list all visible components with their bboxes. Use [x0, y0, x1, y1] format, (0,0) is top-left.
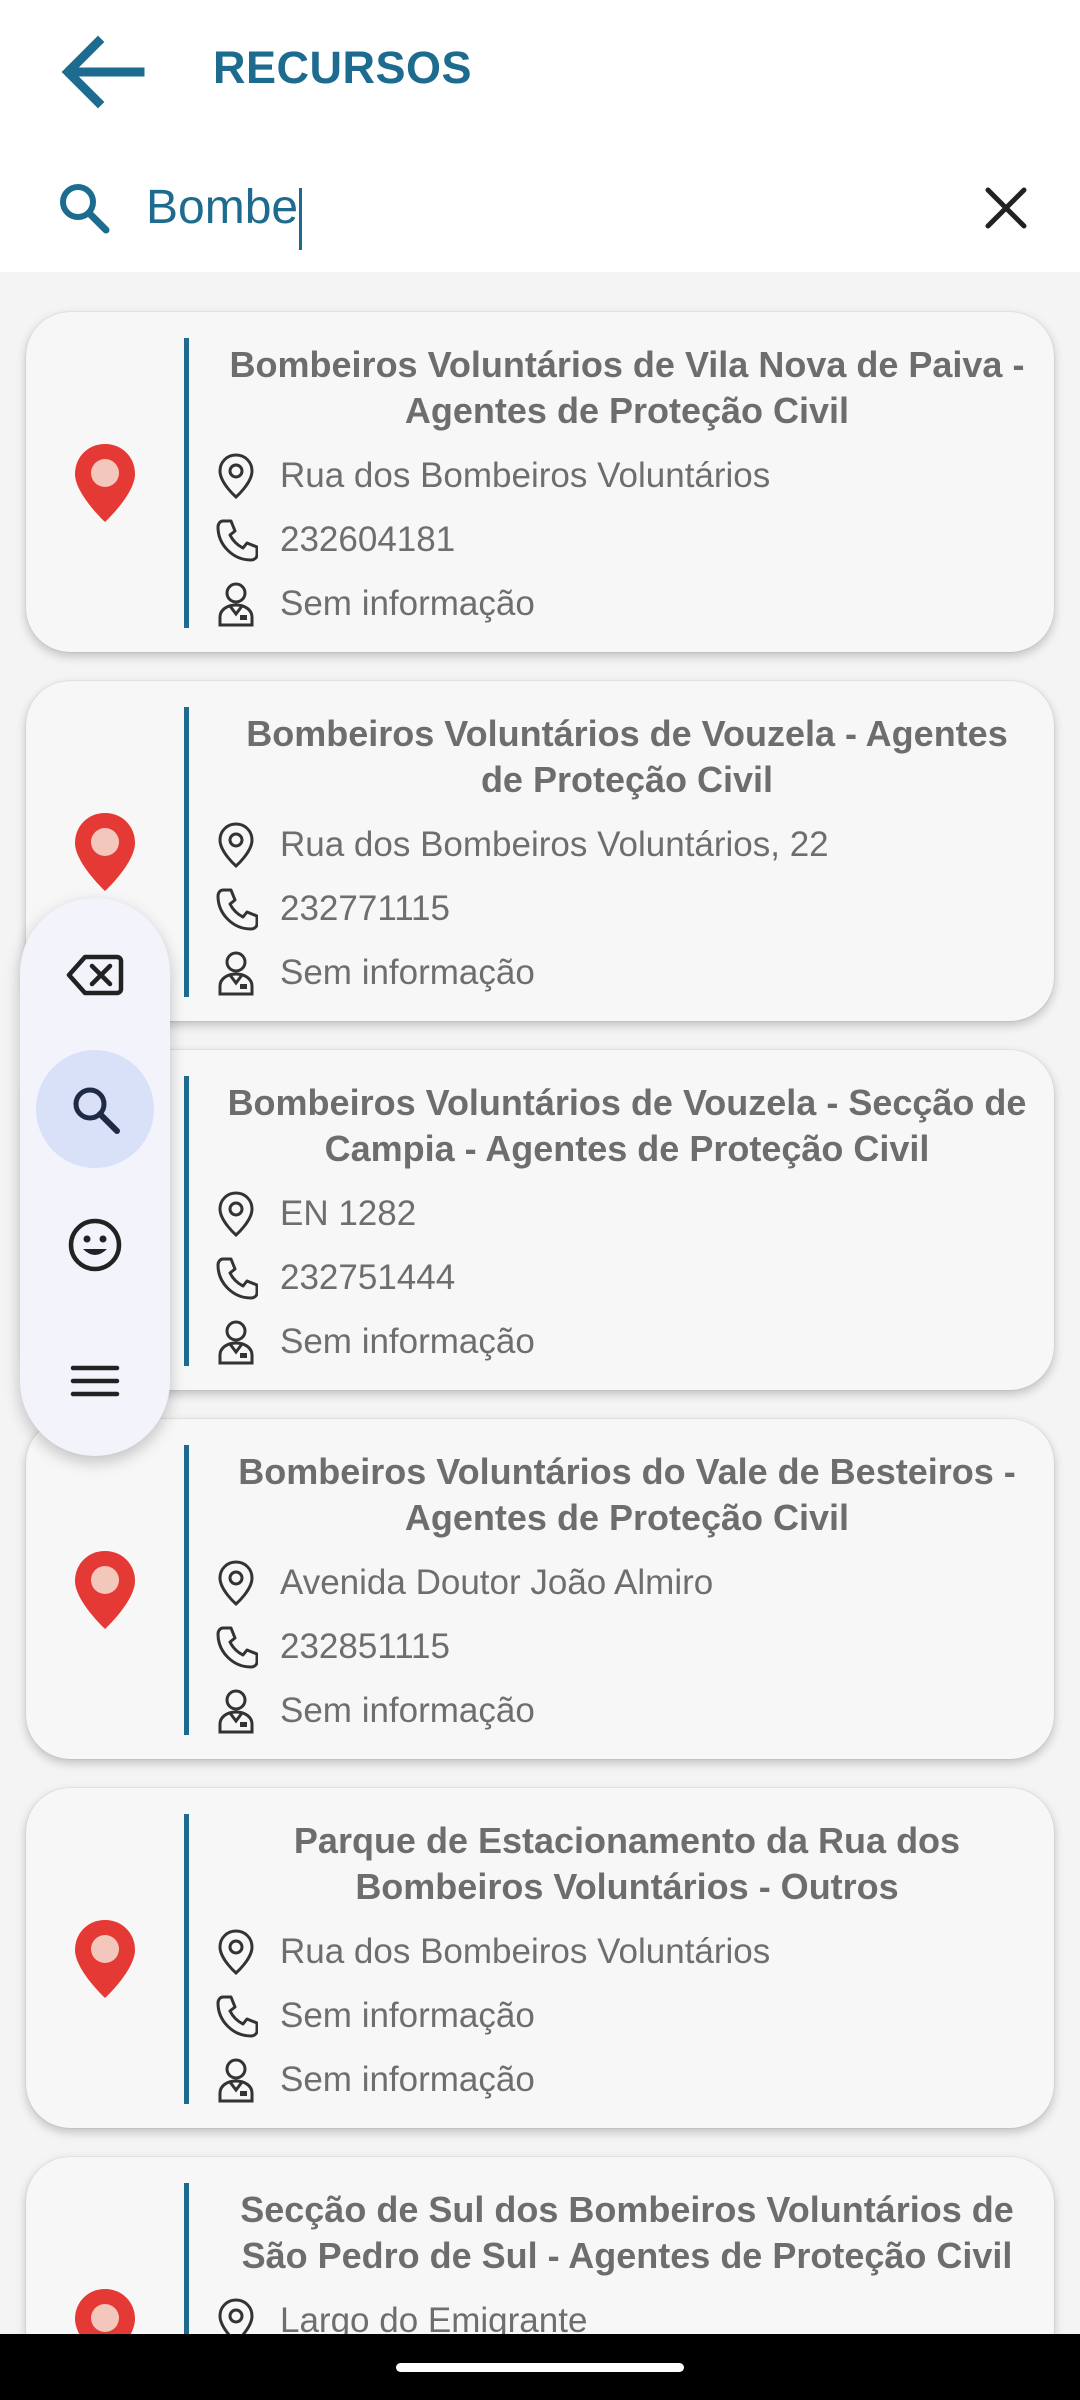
result-title: Secção de Sul dos Bombeiros Voluntários …: [240, 2189, 1014, 2276]
person-icon: [218, 951, 254, 996]
phone-text: 232771115: [280, 889, 450, 928]
address-pin-icon: [218, 822, 254, 868]
home-gesture-handle[interactable]: [396, 2363, 684, 2372]
address-row: EN 1282: [214, 1186, 416, 1242]
address-text: Rua dos Bombeiros Voluntários: [280, 1932, 771, 1971]
card-divider: [184, 707, 189, 997]
list-item[interactable]: Bombeiros Voluntários de Vila Nova de Pa…: [26, 312, 1054, 652]
phone-text: 232604181: [280, 520, 456, 559]
address-text: EN 1282: [280, 1194, 417, 1233]
address-pin-icon: [218, 453, 254, 499]
address-row: Rua dos Bombeiros Voluntários: [214, 448, 770, 504]
result-title: Bombeiros Voluntários de Vouzela - Agent…: [246, 713, 1008, 800]
address-row: Avenida Doutor João Almiro: [214, 1555, 713, 1611]
location-pin-icon: [75, 2289, 135, 2334]
card-divider: [184, 338, 189, 628]
search-input-value: Bombe: [146, 181, 299, 234]
phone-icon: [216, 519, 258, 562]
card-divider: [184, 1814, 189, 2104]
address-text: Avenida Doutor João Almiro: [280, 1563, 714, 1602]
address-text: Rua dos Bombeiros Voluntários, 22: [280, 825, 829, 864]
address-row: Rua dos Bombeiros Voluntários: [214, 1924, 770, 1980]
phone-icon: [216, 1257, 258, 1300]
phone-row[interactable]: 232771115: [214, 881, 450, 937]
phone-icon: [216, 1626, 258, 1669]
phone-icon: [216, 888, 258, 931]
person-icon: [218, 1689, 254, 1734]
address-pin-icon: [218, 2298, 254, 2334]
search-icon: [73, 1087, 120, 1134]
search-input[interactable]: Bombe: [146, 168, 946, 250]
card-divider: [184, 2183, 189, 2334]
contact-row: Sem informação: [214, 1314, 535, 1370]
phone-row[interactable]: 232751444: [214, 1250, 455, 1306]
clear-search-icon[interactable]: [980, 182, 1032, 234]
list-item[interactable]: Bombeiros Voluntários de Vouzela - Agent…: [26, 681, 1054, 1021]
person-icon: [218, 582, 254, 627]
phone-text: 232851115: [280, 1627, 450, 1666]
app-header: RECURSOS Bombe: [0, 0, 1080, 272]
address-row: Largo do Emigrante: [214, 2293, 587, 2334]
backspace-button[interactable]: [36, 916, 154, 1034]
contact-text: Sem informação: [280, 1691, 535, 1730]
person-icon: [218, 1320, 254, 1365]
address-text: Largo do Emigrante: [280, 2301, 588, 2334]
list-item[interactable]: Parque de Estacionamento da Rua dos Bomb…: [26, 1788, 1054, 2128]
contact-text: Sem informação: [280, 584, 535, 623]
menu-button[interactable]: [36, 1322, 154, 1440]
list-item[interactable]: Secção de Sul dos Bombeiros Voluntários …: [26, 2157, 1054, 2334]
list-item[interactable]: Bombeiros Voluntários do Vale de Besteir…: [26, 1419, 1054, 1759]
address-pin-icon: [218, 1929, 254, 1975]
contact-row: Sem informação: [214, 576, 535, 632]
contact-text: Sem informação: [280, 1322, 535, 1361]
location-pin-icon: [75, 444, 135, 522]
phone-row[interactable]: 232604181: [214, 512, 455, 568]
phone-icon: [216, 1995, 258, 2038]
emoji-icon: [68, 1218, 122, 1272]
system-navigation-bar: [0, 2334, 1080, 2400]
card-divider: [184, 1076, 189, 1366]
result-title: Bombeiros Voluntários de Vouzela - Secçã…: [227, 1082, 1027, 1169]
list-item[interactable]: Bombeiros Voluntários de Vouzela - Secçã…: [26, 1050, 1054, 1390]
card-divider: [184, 1445, 189, 1735]
backspace-icon: [66, 954, 124, 996]
phone-row[interactable]: Sem informação: [214, 1988, 535, 2044]
page-title: RECURSOS: [213, 42, 473, 93]
address-pin-icon: [218, 1191, 254, 1237]
person-icon: [218, 2058, 254, 2103]
contact-row: Sem informação: [214, 2052, 535, 2108]
result-title: Parque de Estacionamento da Rua dos Bomb…: [293, 1820, 961, 1907]
location-pin-icon: [75, 813, 135, 891]
back-arrow-icon[interactable]: [58, 30, 148, 114]
location-pin-icon: [75, 1551, 135, 1629]
contact-text: Sem informação: [280, 953, 535, 992]
phone-row[interactable]: 232851115: [214, 1619, 450, 1675]
address-pin-icon: [218, 1560, 254, 1606]
contact-text: Sem informação: [280, 2060, 535, 2099]
contact-row: Sem informação: [214, 1683, 535, 1739]
location-pin-icon: [75, 1920, 135, 1998]
floating-keyboard-toolbar: [20, 898, 170, 1456]
result-title: Bombeiros Voluntários de Vila Nova de Pa…: [229, 344, 1025, 431]
search-icon: [60, 184, 110, 234]
address-row: Rua dos Bombeiros Voluntários, 22: [214, 817, 829, 873]
search-key-button[interactable]: [36, 1050, 154, 1168]
phone-text: Sem informação: [280, 1996, 535, 2035]
text-cursor: [299, 187, 303, 250]
emoji-button[interactable]: [36, 1186, 154, 1304]
phone-text: 232751444: [280, 1258, 456, 1297]
contact-row: Sem informação: [214, 945, 535, 1001]
menu-icon: [70, 1365, 120, 1397]
address-text: Rua dos Bombeiros Voluntários: [280, 456, 771, 495]
result-title: Bombeiros Voluntários do Vale de Besteir…: [238, 1451, 1016, 1538]
